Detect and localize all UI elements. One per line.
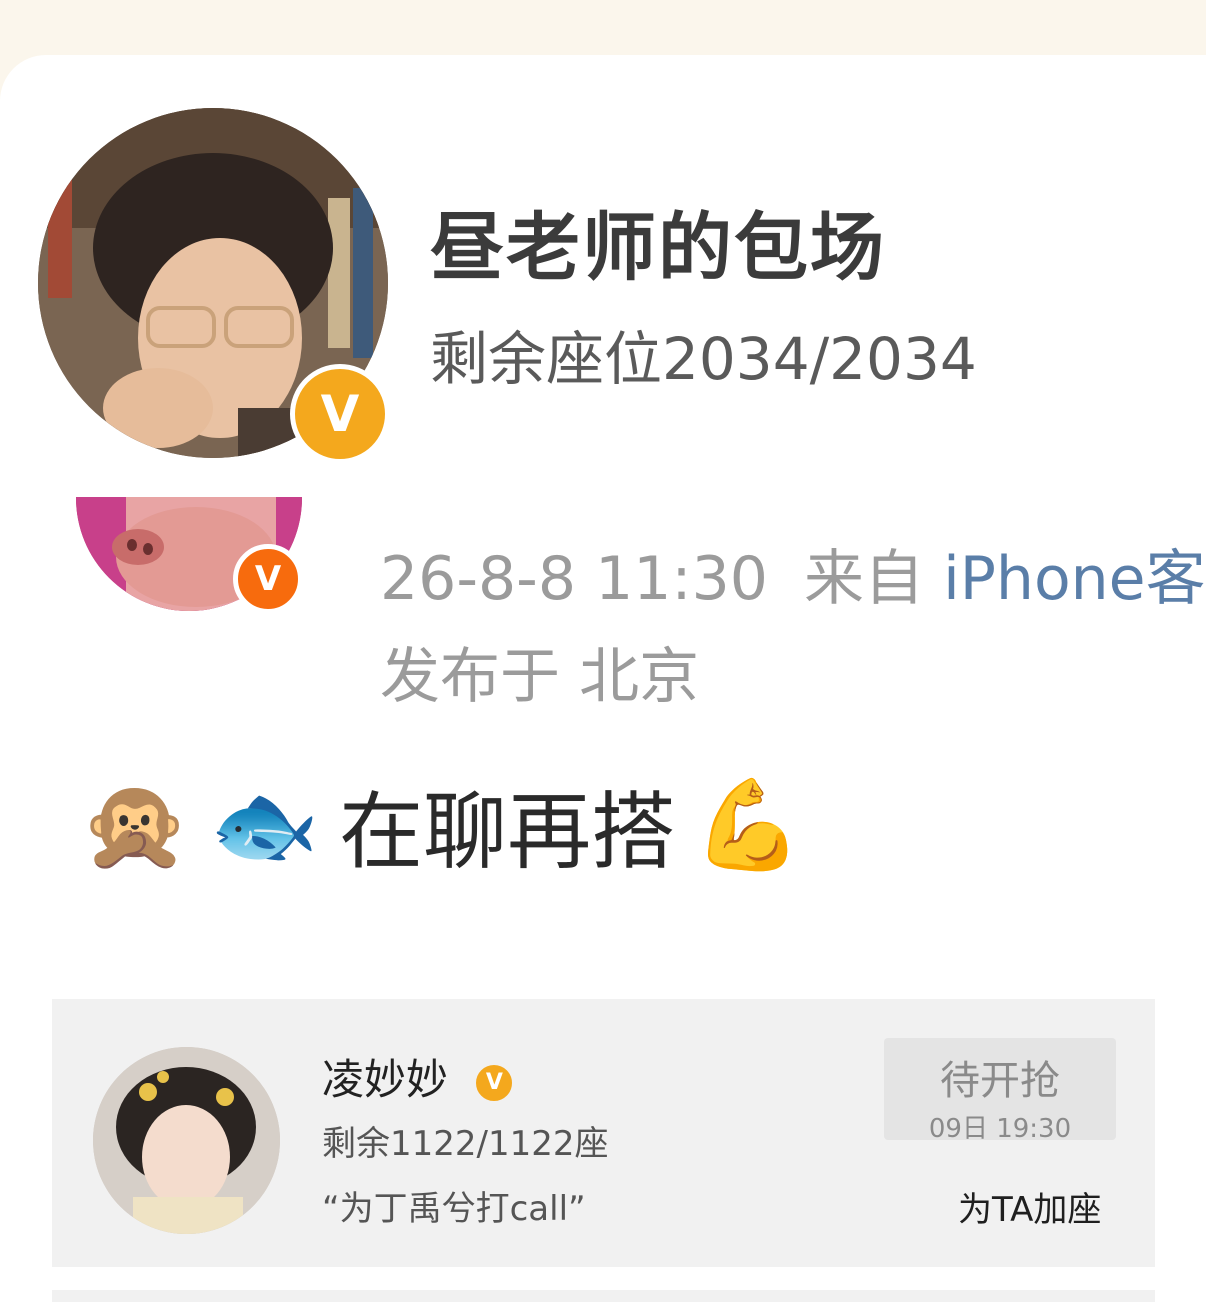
host-verified-badge-icon: V [473,1061,516,1104]
host-name[interactable]: 凌妙妙 [322,1055,448,1104]
grab-seat-button[interactable]: 待开抢 09日 19:30 [884,1038,1116,1144]
room-title: 昼老师的包场 [430,205,886,291]
add-seat-link[interactable]: 为TA加座 [958,1182,1101,1231]
flexed-biceps-icon: 💪 [693,773,803,876]
poster-verified-badge-icon: V [233,544,303,614]
post-source-prefix: 来自 [803,544,924,614]
host-avatar[interactable] [93,1047,280,1234]
grab-seat-button-label: 待开抢 [940,1058,1060,1104]
room-verified-badge-icon: V [290,364,390,464]
host-seats-remaining: 剩余1122/1122座 [322,1124,609,1164]
host-name-row: 凌妙妙 V [322,1046,516,1107]
post-meta: 26-8-8 11:30 来自 iPhone客 [380,530,1206,617]
post-content: 🙊 🐟 在聊再搭 💪 [80,770,823,881]
host-slogan: “为丁禹兮打call” [322,1189,586,1229]
host-avatar-image [93,1047,280,1234]
post-location: 发布于 北京 [380,642,700,712]
see-no-evil-monkey-icon: 🙊 [80,773,190,876]
post-text: 在聊再搭 [339,782,676,881]
post-time: 26-8-8 11:30 [380,544,768,614]
fish-icon: 🐟 [209,773,320,876]
room-seats-remaining: 剩余座位2034/2034 [430,325,977,393]
grab-seat-button-time: 09日 19:30 [928,1114,1072,1144]
post-client-link[interactable]: iPhone客 [943,544,1206,614]
next-panel-edge [52,1290,1155,1302]
